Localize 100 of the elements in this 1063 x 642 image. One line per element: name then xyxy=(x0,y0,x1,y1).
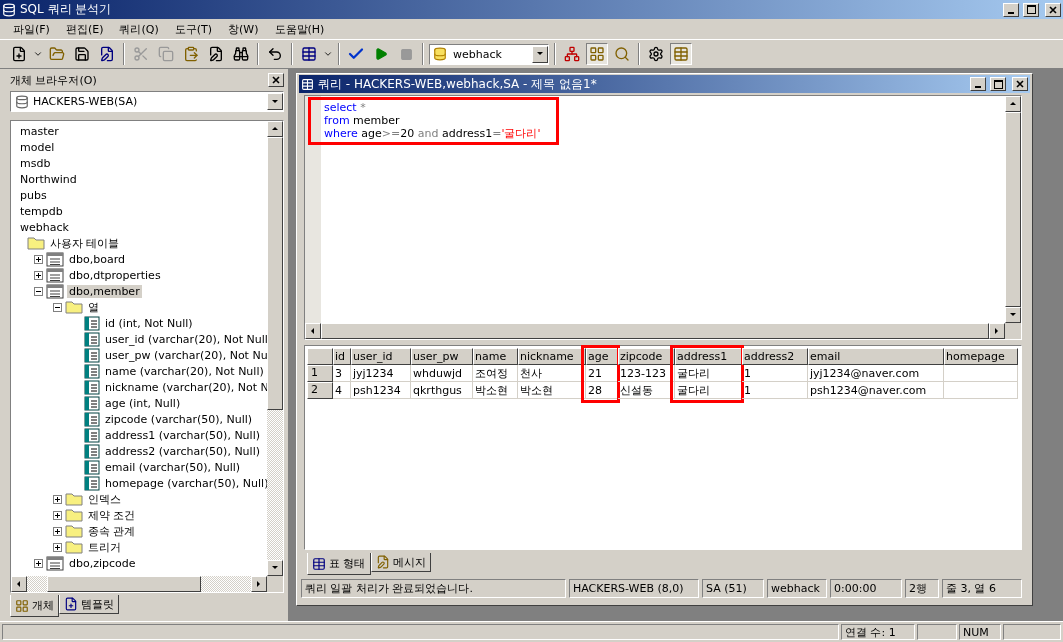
result-tab[interactable]: 표 형태 xyxy=(307,553,371,575)
menu-item[interactable]: 창(W) xyxy=(221,20,266,38)
column-icon xyxy=(84,331,100,347)
database-combo[interactable]: webhack xyxy=(429,43,549,65)
expander-toggle[interactable] xyxy=(53,302,62,312)
close-button[interactable] xyxy=(1012,77,1028,91)
tree-item[interactable]: dbo,member xyxy=(67,284,142,298)
column-header[interactable]: zipcode xyxy=(618,348,675,365)
close-button[interactable] xyxy=(1045,2,1061,17)
tree-item[interactable]: dbo,zipcode xyxy=(67,556,138,570)
horizontal-scrollbar[interactable] xyxy=(11,576,267,592)
tree-item[interactable]: dbo,board xyxy=(67,252,127,266)
vertical-scrollbar[interactable] xyxy=(267,121,283,576)
menu-item[interactable]: 도구(T) xyxy=(167,20,220,38)
scroll-left-button[interactable] xyxy=(305,323,321,339)
expander-toggle[interactable] xyxy=(53,542,62,552)
result-tab[interactable]: 메시지 xyxy=(370,553,431,572)
scroll-thumb[interactable] xyxy=(47,576,201,592)
tree-item[interactable]: homepage (varchar(50), Null) xyxy=(103,476,267,490)
maximize-button[interactable] xyxy=(1023,2,1039,17)
tree-item[interactable]: pubs xyxy=(18,188,49,202)
minimize-button[interactable] xyxy=(1003,2,1019,17)
close-button[interactable] xyxy=(268,73,284,87)
dropdown-button[interactable] xyxy=(267,93,283,110)
tree-item[interactable]: 인덱스 xyxy=(86,491,123,507)
tree-item[interactable]: user_id (varchar(20), Not Null xyxy=(103,332,267,346)
tree-item[interactable]: address1 (varchar(50), Null) xyxy=(103,428,262,442)
tree-item[interactable]: name (varchar(20), Not Null) xyxy=(103,364,266,378)
column-header[interactable]: user_id xyxy=(351,348,411,365)
column-header[interactable]: nickname xyxy=(518,348,586,365)
tree-item[interactable]: email (varchar(50), Null) xyxy=(103,460,243,474)
column-header[interactable]: homepage xyxy=(944,348,1018,365)
scroll-right-button[interactable] xyxy=(989,323,1005,339)
row-header[interactable]: 1 xyxy=(307,365,333,382)
column-header[interactable]: email xyxy=(808,348,944,365)
panel-tab[interactable]: 개체 xyxy=(10,595,59,617)
tree-item[interactable]: webhack xyxy=(18,220,71,234)
scroll-up-button[interactable] xyxy=(1005,96,1021,112)
tree-item[interactable]: tempdb xyxy=(18,204,65,218)
objects-icon xyxy=(15,598,29,613)
folder-icon xyxy=(65,524,83,538)
object-browser-button[interactable] xyxy=(586,43,608,65)
scroll-up-button[interactable] xyxy=(267,121,283,137)
table-cell: psh1234 xyxy=(351,382,411,399)
expander-toggle[interactable] xyxy=(34,270,43,280)
scroll-down-button[interactable] xyxy=(267,560,283,576)
dropdown-button[interactable] xyxy=(532,45,548,63)
table-cell: 조여정 xyxy=(473,365,518,382)
tree-item[interactable]: nickname (varchar(20), Not N xyxy=(103,380,267,394)
tree-item[interactable]: master xyxy=(18,124,61,138)
expander-toggle[interactable] xyxy=(53,526,62,536)
expander-toggle[interactable] xyxy=(34,286,43,296)
table-icon xyxy=(673,46,689,62)
results-pane-button[interactable] xyxy=(670,43,692,65)
row-header[interactable]: 2 xyxy=(307,382,333,399)
tree-item[interactable]: age (int, Null) xyxy=(103,396,183,410)
table-cell: 4 xyxy=(333,382,351,399)
tree-item[interactable]: 제약 조건 xyxy=(86,507,138,523)
expander-toggle[interactable] xyxy=(53,494,62,504)
tree-item[interactable]: 열 xyxy=(86,299,101,315)
maximize-button[interactable] xyxy=(990,77,1006,91)
tree-item[interactable]: address2 (varchar(50), Null) xyxy=(103,444,262,458)
server-combo[interactable]: HACKERS-WEB(SA) xyxy=(10,91,284,112)
tree-item[interactable]: 종속 관계 xyxy=(86,523,138,539)
tree-item[interactable]: zipcode (varchar(50), Null) xyxy=(103,412,255,426)
scroll-thumb[interactable] xyxy=(267,137,283,410)
tree-item[interactable]: id (int, Not Null) xyxy=(103,316,195,330)
column-header[interactable]: id xyxy=(333,348,351,365)
column-header[interactable]: name xyxy=(473,348,518,365)
table-cell: 박소현 xyxy=(518,382,586,399)
minimize-button[interactable] xyxy=(970,77,986,91)
query-editor[interactable]: select * from member where age>=20 and address1='굴다리' xyxy=(305,96,1005,323)
template-icon xyxy=(64,597,78,611)
tree-item[interactable]: 트리거 xyxy=(86,539,123,555)
expander-toggle[interactable] xyxy=(34,254,43,264)
panel-tab[interactable]: 템플릿 xyxy=(59,595,119,614)
column-header[interactable]: address2 xyxy=(742,348,808,365)
tree-item[interactable]: user_pw (varchar(20), Not Nu xyxy=(103,348,267,362)
menu-item[interactable]: 편집(E) xyxy=(58,20,111,38)
scroll-right-button[interactable] xyxy=(251,576,267,592)
tree-item[interactable]: dbo,dtproperties xyxy=(67,268,163,282)
tree-item[interactable]: 사용자 테이블 xyxy=(48,235,122,251)
status-field: HACKERS-WEB (8,0) xyxy=(569,579,699,598)
scroll-down-button[interactable] xyxy=(1005,307,1021,323)
column-header[interactable]: age xyxy=(586,348,618,365)
table-icon xyxy=(46,283,64,299)
tree-item[interactable]: msdb xyxy=(18,156,53,170)
column-icon xyxy=(84,395,100,411)
tree-item[interactable]: model xyxy=(18,140,57,154)
column-header[interactable]: address1 xyxy=(675,348,742,365)
table-cell: jyj1234@naver.com xyxy=(808,365,944,382)
menu-item[interactable]: 도움말(H) xyxy=(267,20,332,38)
expander-toggle[interactable] xyxy=(53,510,62,520)
column-icon xyxy=(84,379,100,395)
menu-item[interactable]: 파일(F) xyxy=(6,20,57,38)
tree-item[interactable]: Northwind xyxy=(18,172,79,186)
column-header[interactable]: user_pw xyxy=(411,348,473,365)
menu-item[interactable]: 쿼리(Q) xyxy=(112,20,166,38)
expander-toggle[interactable] xyxy=(34,558,43,568)
scroll-left-button[interactable] xyxy=(11,576,27,592)
